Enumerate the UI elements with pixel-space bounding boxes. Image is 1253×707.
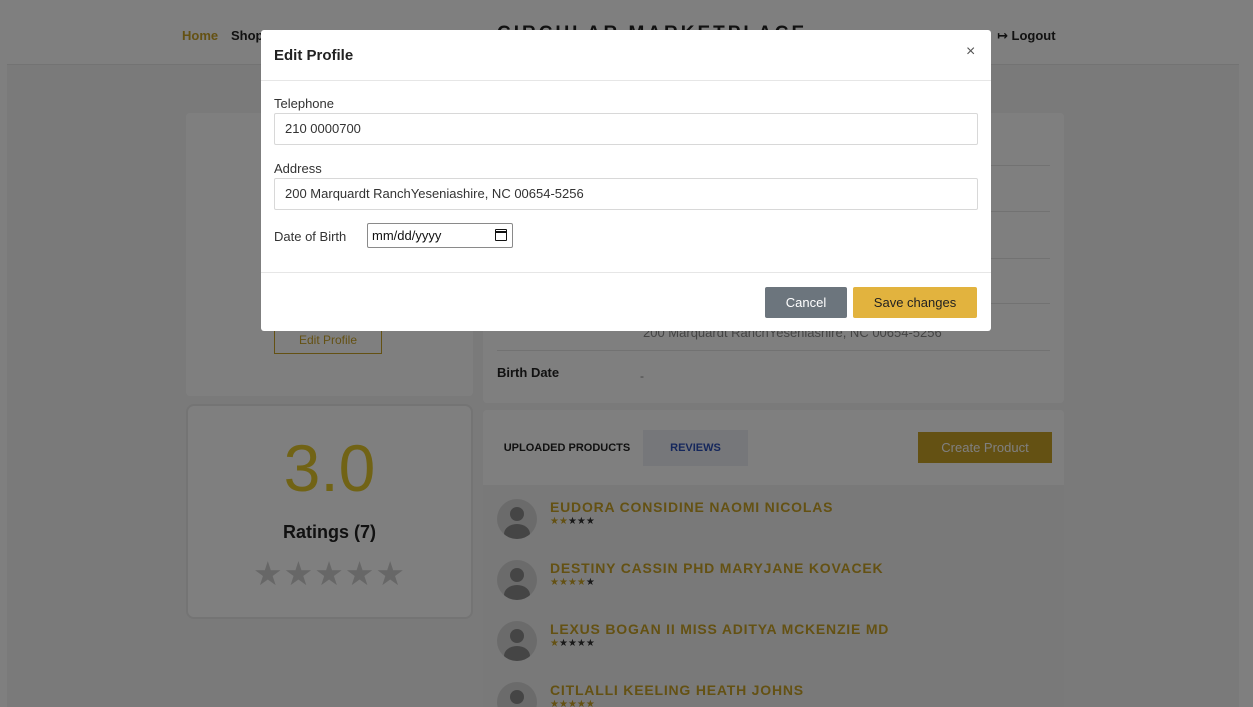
calendar-icon[interactable] bbox=[495, 229, 507, 241]
modal-footer: Cancel Save changes bbox=[261, 272, 991, 331]
telephone-input[interactable]: 210 0000700 bbox=[274, 113, 978, 145]
save-changes-button[interactable]: Save changes bbox=[853, 287, 977, 318]
date-of-birth-label: Date of Birth bbox=[274, 229, 347, 244]
modal-title: Edit Profile bbox=[274, 47, 354, 64]
edit-profile-modal: Edit Profile × Telephone 210 0000700 Add… bbox=[261, 30, 991, 331]
close-icon[interactable]: × bbox=[966, 43, 975, 61]
modal-header: Edit Profile × bbox=[261, 30, 991, 81]
address-label: Address bbox=[274, 161, 322, 176]
date-of-birth-input[interactable]: mm/dd/yyyy bbox=[367, 223, 513, 248]
address-input[interactable]: 200 Marquardt RanchYeseniashire, NC 0065… bbox=[274, 178, 978, 210]
date-placeholder: mm/dd/yyyy bbox=[372, 228, 442, 243]
cancel-button[interactable]: Cancel bbox=[765, 287, 847, 318]
telephone-label: Telephone bbox=[274, 96, 334, 111]
